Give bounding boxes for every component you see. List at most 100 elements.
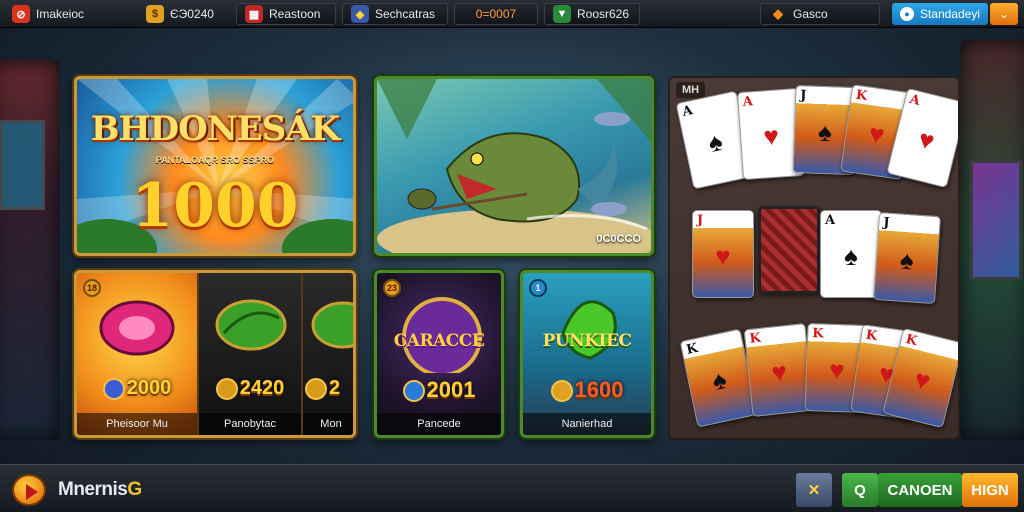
- tile-value-text: 2420: [239, 377, 285, 399]
- card-back[interactable]: [758, 206, 820, 294]
- card-rank: K: [904, 331, 919, 350]
- coin-icon: [550, 380, 573, 403]
- tile-value: 2: [303, 377, 353, 400]
- bottom-bar: MnernisG ✕ Q CANOEN HIGN: [0, 464, 1024, 512]
- standby-button[interactable]: ● Standadeyi: [892, 3, 988, 25]
- tile-title: PUNKIEC: [542, 331, 632, 351]
- ruby-ring-icon: [99, 300, 175, 356]
- card-rank: J: [799, 88, 807, 104]
- card-table-panel[interactable]: MH A ♠ A ♥ J ♠ K ♥ A ♥ J ♥ A ♠ J ♠ K ♠ K ♥ K ♥ K ♥ K ♥: [668, 76, 960, 440]
- card-suit-icon: ♠: [898, 244, 915, 276]
- card-rank: K: [854, 87, 869, 105]
- card-rank: K: [864, 327, 879, 345]
- coin-bag-icon: $: [146, 5, 164, 23]
- topbar-item-label: Roosr626: [577, 7, 630, 21]
- tile-value-text: 1600: [574, 377, 624, 402]
- fish-game-tag: 0C0CCO: [596, 233, 641, 245]
- tile-label: Panobytac: [199, 413, 301, 435]
- card-rank: J: [697, 213, 704, 228]
- coin-icon: [305, 377, 327, 400]
- topbar-item-sechcatras[interactable]: ◆ Sechcatras: [342, 3, 448, 25]
- card-suit-icon: ♠: [844, 241, 858, 271]
- dropdown-button[interactable]: ⌄: [990, 3, 1018, 25]
- tile-value: 2420: [199, 377, 301, 400]
- tools-icon: ✕: [807, 482, 821, 499]
- cancel-button[interactable]: CANOEN: [878, 473, 962, 507]
- game-tile-group-gold[interactable]: 18 2000 Pheisoor Mu 2420 Panobytac 2 Mon: [74, 270, 356, 438]
- tile-label: Nanierhad: [523, 413, 651, 435]
- jade-leaf-icon: [311, 301, 353, 349]
- app-title[interactable]: ⊘ Imakeioc: [4, 3, 92, 25]
- topbar-item-label: Reastoon: [269, 7, 321, 21]
- card-rank: J: [882, 215, 891, 231]
- playing-card[interactable]: J ♠: [873, 211, 941, 305]
- jackpot-title: BHDONESÁK: [90, 109, 340, 149]
- purple-gem-icon: [402, 297, 482, 373]
- playing-card[interactable]: A ♠: [820, 210, 882, 298]
- top-bar: ⊘ Imakeioc $ ЄЭ0240 ▦ Reastoon ◆ Sechcat…: [0, 0, 1024, 28]
- tile-value: 2000: [77, 377, 197, 400]
- topbar-item-coins[interactable]: $ ЄЭ0240: [138, 3, 222, 25]
- game-tile-1[interactable]: 18 2000 Pheisoor Mu: [77, 273, 199, 435]
- game-tile-4[interactable]: 23 CARACCE 2001 Pancede: [374, 270, 504, 438]
- background-arcade-left: [0, 60, 60, 440]
- card-rank: K: [748, 330, 762, 347]
- search-icon: Q: [854, 481, 866, 499]
- jackpot-subtitle: PANTALOAQR SRO SSPRO: [155, 155, 275, 165]
- featured-game-jackpot[interactable]: BHDONESÁK PANTALOAQR SRO SSPRO 1000: [74, 76, 356, 256]
- app-logo-icon: ⊘: [12, 5, 30, 23]
- brand-logo-icon: [12, 474, 46, 506]
- gem-icon: ▼: [553, 5, 571, 23]
- game-tile-3[interactable]: 2 Mon: [303, 273, 353, 435]
- tile-value-text: 2000: [126, 377, 172, 399]
- tools-button[interactable]: ✕: [796, 473, 832, 507]
- coin-icon: [215, 377, 238, 400]
- brand-main: Mnernis: [58, 479, 128, 500]
- topbar-item-label: Sechcatras: [375, 7, 436, 21]
- tile-value-text: 2001: [426, 377, 476, 402]
- topbar-item-gasco[interactable]: ◆ Gasco: [760, 3, 880, 25]
- tile-label: Pheisoor Mu: [77, 413, 197, 435]
- standby-label: Standadeyi: [919, 7, 980, 21]
- topbar-item-label: ЄЭ0240: [170, 7, 214, 21]
- card-suit-icon: ♥: [715, 241, 731, 271]
- jackpot-amount: 1000: [131, 171, 299, 241]
- featured-game-fish[interactable]: 0C0CCO: [374, 76, 654, 256]
- tile-title: CARACCE: [393, 331, 485, 351]
- high-button[interactable]: HIGN: [962, 473, 1018, 507]
- brand-accent: G: [127, 479, 142, 500]
- cancel-label: CANOEN: [887, 481, 953, 499]
- chevron-down-icon: ⌄: [998, 7, 1010, 21]
- tile-value: 1600: [523, 377, 651, 403]
- green-dragon-icon: [561, 300, 617, 360]
- card-table-header: MH: [676, 82, 706, 98]
- gift-icon: ▦: [245, 5, 263, 23]
- playing-card[interactable]: J ♥: [692, 210, 754, 298]
- card-rank: A: [742, 94, 754, 110]
- topbar-item-roosr[interactable]: ▼ Roosr626: [544, 3, 640, 25]
- search-button[interactable]: Q: [842, 473, 878, 507]
- tile-label: Mon: [303, 413, 353, 435]
- card-rank: A: [681, 103, 695, 120]
- flame-icon: ◆: [773, 6, 783, 21]
- topbar-item-counter[interactable]: 0=0007: [454, 3, 538, 25]
- tile-value: 2001: [377, 377, 501, 403]
- card-rank: A: [908, 91, 922, 109]
- game-tile-2[interactable]: 2420 Panobytac: [199, 273, 303, 435]
- card-rank: K: [811, 326, 824, 342]
- card-suit-icon: ♠: [705, 125, 726, 159]
- app-name: Imakeioc: [36, 7, 85, 21]
- coin-icon: [402, 380, 425, 403]
- shield-icon: ◆: [351, 5, 369, 23]
- card-rank: A: [825, 213, 836, 228]
- tile-label: Pancede: [377, 413, 501, 435]
- card-rank: K: [685, 340, 700, 358]
- card-suit-icon: ♠: [709, 363, 730, 397]
- card-suit-icon: ♥: [911, 363, 934, 397]
- tile-value-text: 2: [329, 377, 341, 399]
- coin-icon: [102, 377, 125, 400]
- high-label: HIGN: [971, 481, 1009, 499]
- topbar-item-label: 0=0007: [475, 7, 517, 21]
- game-tile-5[interactable]: 1 PUNKIEC 1600 Nanierhad: [520, 270, 654, 438]
- topbar-item-reastoon[interactable]: ▦ Reastoon: [236, 3, 336, 25]
